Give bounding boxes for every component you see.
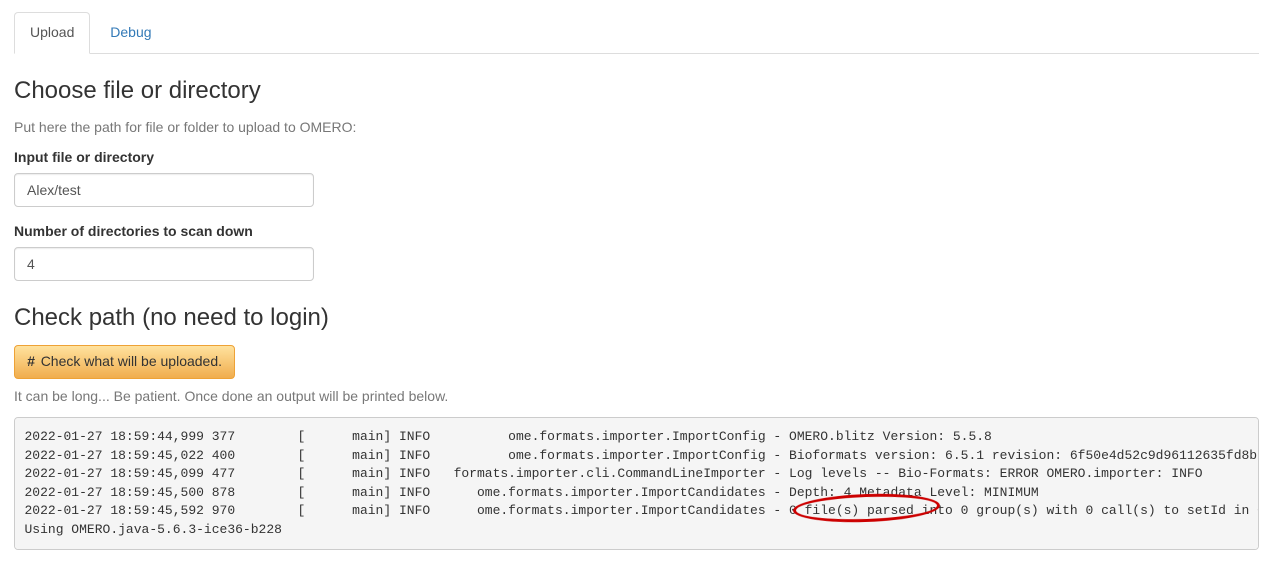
check-upload-button-label: Check what will be uploaded. (41, 353, 222, 369)
tab-debug[interactable]: Debug (94, 12, 167, 54)
scan-depth-label: Number of directories to scan down (14, 222, 1259, 242)
choose-file-heading: Choose file or directory (14, 74, 1259, 108)
check-path-heading: Check path (no need to login) (14, 301, 1259, 335)
input-path-label: Input file or directory (14, 148, 1259, 168)
hash-icon: # (27, 353, 35, 369)
log-output[interactable]: 2022-01-27 18:59:44,999 377 [ main] INFO… (14, 417, 1259, 549)
tab-upload[interactable]: Upload (14, 12, 90, 54)
scan-depth-field[interactable] (14, 247, 314, 281)
nav-tabs: Upload Debug (14, 12, 1259, 54)
patience-help-text: It can be long... Be patient. Once done … (14, 387, 1259, 407)
check-upload-button[interactable]: # Check what will be uploaded. (14, 345, 235, 379)
input-path-field[interactable] (14, 173, 314, 207)
choose-file-subtext: Put here the path for file or folder to … (14, 118, 1259, 138)
